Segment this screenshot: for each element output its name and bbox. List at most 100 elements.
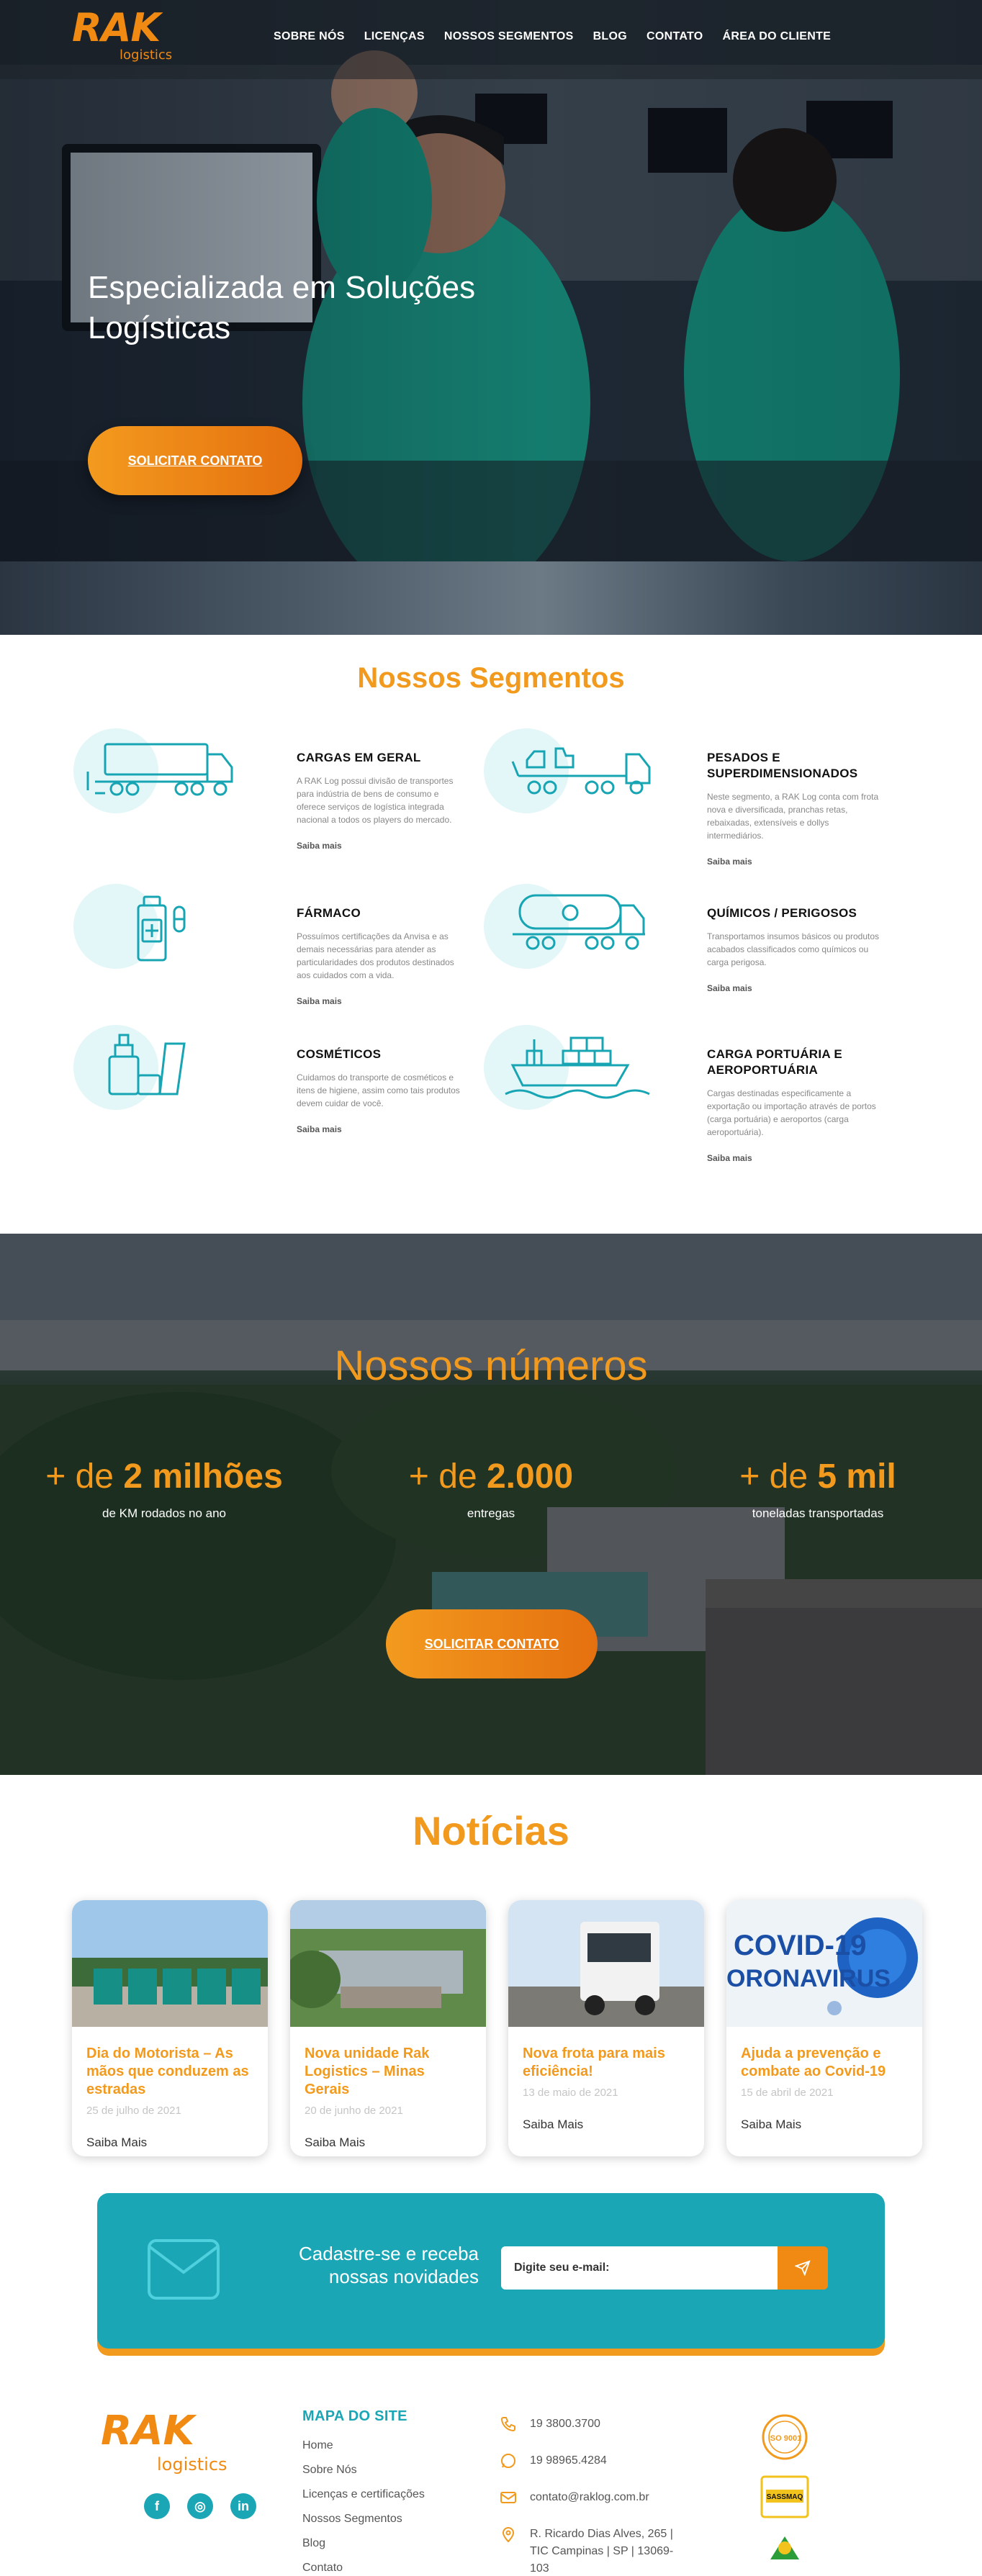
nav-link-contato[interactable]: CONTATO [647, 30, 703, 43]
newsletter-text: Cadastre-se e receba nossas novidades [298, 2243, 479, 2287]
segment-description: Cuidamos do transporte de cosméticos e i… [297, 1072, 460, 1108]
nav-link-nossos-segmentos[interactable]: NOSSOS SEGMENTOS [444, 30, 574, 43]
news-card-more-link[interactable]: Saiba Mais [523, 2118, 583, 2131]
heavy-load-icon [484, 728, 671, 836]
news-thumbnail [508, 1900, 704, 2027]
numbers-section: Nossos números + de 2 milhões de KM roda… [0, 1234, 982, 1775]
segment-title: QUÍMICOS / PERIGOSOS [707, 906, 857, 920]
nav-link-licencas[interactable]: LICENÇAS [364, 30, 425, 43]
segment-card-quimicos: QUÍMICOS / PERIGOSOS Transportamos insum… [484, 884, 887, 1021]
phone-icon [500, 2417, 515, 2432]
news-card[interactable]: Nova frota para mais eficiência! 13 de m… [508, 1900, 704, 2156]
segment-description: Possuímos certificações da Anvisa e as d… [297, 931, 454, 980]
envelope-icon [148, 2239, 220, 2300]
cargo-ship-icon [484, 1025, 671, 1133]
footer-email[interactable]: contato@raklog.com.br [500, 2489, 687, 2506]
footer-link-sobre-nos[interactable]: Sobre Nós [302, 2458, 425, 2482]
footer-certifications: ISO 9001 SASSMAQ [756, 2413, 828, 2563]
segment-card-cosmeticos: COSMÉTICOS Cuidamos do transporte de cos… [73, 1025, 477, 1162]
footer-link-licencas[interactable]: Licenças e certificações [302, 2482, 425, 2507]
numbers-request-contact-button[interactable]: SOLICITAR CONTATO [386, 1609, 598, 1678]
svg-text:COVID-19: COVID-19 [734, 1930, 867, 1961]
segment-description: Cargas destinadas especificamente a expo… [707, 1088, 876, 1137]
news-card-more-link[interactable]: Saiba Mais [86, 2136, 147, 2149]
instagram-icon[interactable]: ◎ [187, 2493, 213, 2519]
email-icon [500, 2492, 516, 2503]
newsletter-email-input[interactable] [501, 2246, 778, 2290]
tanker-truck-icon [484, 884, 671, 992]
hero-bottom-photo-strip [0, 561, 982, 635]
cosmetics-icon [73, 1025, 261, 1133]
nav-link-area-do-cliente[interactable]: ÁREA DO CLIENTE [723, 30, 832, 43]
footer-phone[interactable]: 19 3800.3700 [500, 2415, 687, 2433]
numbers-title: Nossos números [334, 1342, 648, 1389]
news-card-date: 25 de julho de 2021 [86, 2105, 181, 2117]
news-card-title[interactable]: Nova unidade Rak Logistics – Minas Gerai… [305, 2045, 472, 2099]
segment-card-cargas-em-geral: CARGAS EM GERAL A RAK Log possui divisão… [73, 728, 477, 865]
segment-more-link[interactable]: Saiba mais [707, 983, 752, 993]
segments-title: Nossos Segmentos [357, 662, 625, 694]
social-links: f ◎ in [144, 2493, 256, 2519]
segment-title: FÁRMACO [297, 906, 361, 920]
segment-more-link[interactable]: Saiba mais [297, 996, 342, 1006]
news-card[interactable]: Dia do Motorista – As mãos que conduzem … [72, 1900, 268, 2156]
paper-plane-icon [795, 2260, 811, 2276]
footer-link-contato[interactable]: Contato [302, 2556, 425, 2576]
segment-more-link[interactable]: Saiba mais [297, 841, 342, 851]
hero-request-contact-button[interactable]: SOLICITAR CONTATO [88, 426, 302, 495]
news-card-more-link[interactable]: Saiba Mais [741, 2118, 801, 2131]
footer-address: R. Ricardo Dias Alves, 265 | TIC Campina… [500, 2526, 687, 2576]
news-card-title[interactable]: Dia do Motorista – As mãos que conduzem … [86, 2045, 253, 2099]
news-thumbnail: COVID-19 ORONAVIRUS [726, 1900, 922, 2027]
footer-sitemap: MAPA DO SITE Home Sobre Nós Licenças e c… [302, 2408, 425, 2576]
segment-more-link[interactable]: Saiba mais [297, 1124, 342, 1134]
footer-whatsapp[interactable]: 19 98965.4284 [500, 2452, 687, 2469]
nav-link-sobre-nos[interactable]: SOBRE NÓS [274, 30, 345, 43]
segment-more-link[interactable]: Saiba mais [707, 1153, 752, 1163]
news-card[interactable]: COVID-19 ORONAVIRUS Ajuda a prevenção e … [726, 1900, 922, 2156]
news-card-more-link[interactable]: Saiba Mais [305, 2136, 365, 2149]
news-card-date: 13 de maio de 2021 [523, 2087, 618, 2099]
segment-description: Neste segmento, a RAK Log conta com frot… [707, 792, 879, 841]
segment-title: COSMÉTICOS [297, 1047, 382, 1061]
sassmaq-badge: SASSMAQ [760, 2475, 809, 2518]
sitemap-title: MAPA DO SITE [302, 2408, 407, 2424]
segment-description: Transportamos insumos básicos ou produto… [707, 931, 880, 967]
location-pin-icon [502, 2527, 515, 2543]
footer-rak-logo[interactable]: RAK logistics [101, 2411, 245, 2476]
linkedin-icon[interactable]: in [230, 2493, 256, 2519]
stat-km: + de 2 milhões de KM rodados no ano [45, 1458, 283, 1520]
segment-description: A RAK Log possui divisão de transportes … [297, 776, 454, 825]
truck-icon [73, 728, 261, 836]
footer-link-segmentos[interactable]: Nossos Segmentos [302, 2507, 425, 2531]
segments-section: Nossos Segmentos CARGAS EM GERAL A RAK L… [0, 635, 982, 1234]
footer-link-home[interactable]: Home [302, 2433, 425, 2458]
nav-link-blog[interactable]: BLOG [593, 30, 627, 43]
news-card-title[interactable]: Ajuda a prevenção e combate ao Covid-19 [741, 2045, 908, 2081]
svg-text:SASSMAQ: SASSMAQ [767, 2493, 803, 2501]
main-nav: SOBRE NÓS LICENÇAS NOSSOS SEGMENTOS BLOG… [274, 30, 831, 43]
footer-contact: 19 3800.3700 19 98965.4284 contato@raklo… [500, 2415, 687, 2576]
segment-card-carga-portuaria: CARGA PORTUÁRIA E AEROPORTUÁRIA Cargas d… [484, 1025, 887, 1163]
hero-section: RAK logistics SOBRE NÓS LICENÇAS NOSSOS … [0, 0, 982, 635]
segment-title: CARGAS EM GERAL [297, 751, 421, 764]
facebook-icon[interactable]: f [144, 2493, 170, 2519]
news-card-title[interactable]: Nova frota para mais eficiência! [523, 2045, 690, 2081]
footer-link-blog[interactable]: Blog [302, 2531, 425, 2556]
iso-9001-badge: ISO 9001 [762, 2414, 808, 2460]
segment-card-farmaco: FÁRMACO Possuímos certificações da Anvis… [73, 884, 477, 1021]
newsletter-send-button[interactable] [778, 2246, 828, 2290]
hero-title: Especializada em Soluções Logísticas [88, 270, 476, 345]
svg-text:ISO 9001: ISO 9001 [768, 2434, 801, 2443]
news-card-date: 15 de abril de 2021 [741, 2087, 834, 2099]
newsletter-box: Cadastre-se e receba nossas novidades [97, 2193, 885, 2349]
news-thumbnail [290, 1900, 486, 2027]
stat-entregas: + de 2.000 entregas [408, 1458, 574, 1520]
certification-seal-icon [770, 2536, 799, 2559]
news-thumbnail [72, 1900, 268, 2027]
segment-title: CARGA PORTUÁRIA E AEROPORTUÁRIA [707, 1047, 843, 1077]
news-card[interactable]: Nova unidade Rak Logistics – Minas Gerai… [290, 1900, 486, 2156]
segment-more-link[interactable]: Saiba mais [707, 857, 752, 867]
page: RAK logistics SOBRE NÓS LICENÇAS NOSSOS … [0, 0, 982, 2576]
rak-logo[interactable]: RAK logistics [72, 9, 194, 68]
